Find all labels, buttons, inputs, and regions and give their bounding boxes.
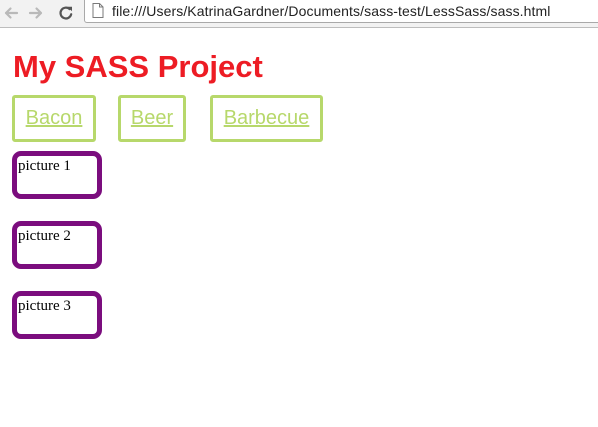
- nav-link-bacon[interactable]: Bacon: [26, 107, 83, 130]
- forward-arrow-icon: [28, 7, 43, 19]
- reload-icon: [59, 6, 73, 20]
- forward-button[interactable]: [25, 2, 47, 24]
- nav-box-beer: Beer: [118, 95, 186, 142]
- picture-box-1: picture 1: [12, 151, 102, 199]
- nav-link-barbecue[interactable]: Barbecue: [224, 107, 310, 130]
- picture-box-3: picture 3: [12, 291, 102, 339]
- picture-box-2: picture 2: [12, 221, 102, 269]
- back-arrow-icon: [4, 7, 19, 19]
- nav-link-beer[interactable]: Beer: [131, 107, 173, 130]
- back-button[interactable]: [0, 2, 22, 24]
- nav-box-bacon: Bacon: [12, 95, 96, 142]
- address-bar[interactable]: file:///Users/KatrinaGardner/Documents/s…: [84, 0, 598, 23]
- url-text: file:///Users/KatrinaGardner/Documents/s…: [112, 3, 551, 19]
- browser-toolbar: file:///Users/KatrinaGardner/Documents/s…: [0, 0, 598, 28]
- page-title: My SASS Project: [13, 49, 263, 84]
- page-icon: [92, 3, 104, 18]
- nav-box-barbecue: Barbecue: [210, 95, 323, 142]
- reload-button[interactable]: [55, 2, 77, 24]
